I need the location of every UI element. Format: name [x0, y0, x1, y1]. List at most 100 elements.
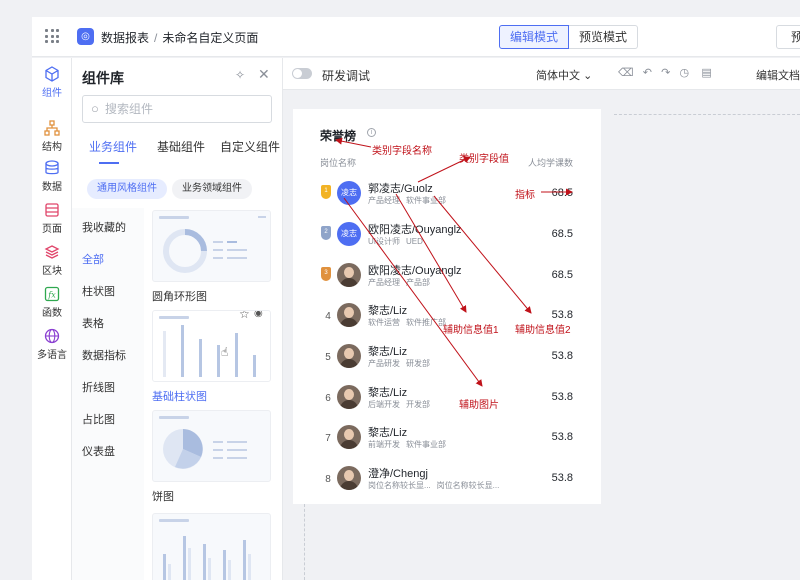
row-tag-2: 产品部 [406, 278, 430, 287]
panel-title: 组件库 [82, 70, 124, 86]
component-tabs: 业务组件 基础组件 自定义组件 [72, 138, 283, 166]
preview-mode-button[interactable]: 预览模式 [569, 25, 639, 49]
category-metric[interactable]: 数据指标 [82, 347, 126, 363]
tab-basic[interactable]: 基础组件 [157, 138, 205, 155]
row-subinfo: 产品经理 软件事业部 [368, 195, 446, 206]
ranking-row[interactable]: 7 黎志/Liz 前端开发 软件事业部 53.8 [293, 419, 601, 459]
left-rail: 组件 结构 数据 页面 区块 fx 函数 多语言 [32, 58, 72, 580]
row-tag-2: UED [406, 237, 423, 246]
category-bar[interactable]: 柱状图 [82, 283, 115, 299]
eraser-icon[interactable]: ⌫ [618, 67, 634, 79]
row-tag-1: 产品研发 [368, 359, 400, 368]
rail-item-language[interactable]: 多语言 [32, 328, 72, 361]
row-subinfo: 产品经理 产品部 [368, 277, 430, 288]
row-subinfo: 前端开发 软件事业部 [368, 439, 446, 450]
tab-custom[interactable]: 自定义组件 [220, 138, 280, 155]
annotation-aux-info-2: 辅助信息值2 [515, 325, 571, 336]
thumbnail-label-pie: 饼图 [152, 491, 174, 503]
tab-business[interactable]: 业务组件 [89, 138, 137, 155]
row-name: 欧阳凌志/Ouyanglz [368, 224, 462, 236]
ranking-row[interactable]: 5 黎志/Liz 产品研发 研发部 53.8 [293, 338, 601, 378]
edit-doc-button[interactable]: 编辑文档 [756, 67, 800, 83]
honor-ranking-card[interactable]: 荣誉榜 i 岗位名称 人均学课数 1 凌志 郭凌志/Guolz 产品经理 软件事业… [293, 109, 601, 504]
active-tab-indicator [99, 162, 119, 164]
mode-switch: 编辑模式 预览模式 [499, 25, 639, 49]
bar-chart-preview [159, 316, 256, 377]
rail-label: 结构 [42, 142, 62, 153]
row-value: 53.8 [551, 309, 573, 321]
category-all[interactable]: 全部 [82, 251, 104, 267]
preview-eye-icon[interactable]: ◉ [254, 311, 263, 319]
edit-mode-button[interactable]: 编辑模式 [499, 25, 570, 49]
debug-toggle[interactable] [292, 68, 312, 79]
history-icon[interactable]: ◷ [680, 67, 690, 79]
annotation-aux-info-1: 辅助信息值1 [443, 325, 499, 336]
rail-item-structure[interactable]: 结构 [32, 120, 72, 153]
avatar [337, 263, 361, 287]
structure-icon [44, 120, 60, 136]
grouped-bar-preview [159, 519, 251, 580]
row-subinfo: 软件运营 软件推广部 [368, 317, 446, 328]
row-tag-1: 软件运营 [368, 318, 400, 327]
info-icon[interactable]: i [367, 128, 376, 137]
block-icon [44, 245, 60, 259]
category-table[interactable]: 表格 [82, 315, 104, 331]
row-value: 68.5 [551, 187, 573, 199]
pie-chart-preview [159, 416, 247, 469]
component-icon [45, 66, 59, 82]
search-box: ○ [82, 95, 272, 123]
app-grid-icon[interactable] [45, 29, 59, 43]
rail-item-component[interactable]: 组件 [32, 66, 72, 99]
undo-icon[interactable]: ↶ [643, 67, 652, 79]
row-subinfo: 岗位名称较长显... 岗位名称较长显... [368, 480, 499, 491]
search-input[interactable] [105, 99, 265, 119]
rail-item-page[interactable]: 页面 [32, 202, 72, 235]
rail-label: 数据 [42, 182, 62, 193]
breadcrumb-app[interactable]: 数据报表 [101, 31, 149, 45]
thumbnail-grouped-bar-chart[interactable] [152, 513, 271, 580]
rail-item-block[interactable]: 区块 [32, 244, 72, 277]
category-favorites[interactable]: 我收藏的 [82, 219, 126, 235]
breadcrumb-separator: / [154, 31, 158, 45]
ranking-row[interactable]: 1 凌志 郭凌志/Guolz 产品经理 软件事业部 68.5 [293, 175, 601, 215]
thumbnail-bar-chart[interactable]: ☆ ◉ ☝ [152, 310, 271, 382]
keyboard-icon[interactable]: ▤ [701, 67, 711, 79]
redo-icon[interactable]: ↷ [661, 67, 670, 79]
row-tag-1: 前端开发 [368, 440, 400, 449]
ranking-row[interactable]: 2 凌志 欧阳凌志/Ouyanglz UI设计师 UED 68.5 [293, 216, 601, 256]
chip-business-domain[interactable]: 业务领域组件 [172, 179, 252, 199]
thumbnail-donut-chart[interactable] [152, 210, 271, 282]
thumbnail-pie-chart[interactable] [152, 410, 271, 482]
breadcrumb-page: 未命名自定义页面 [162, 31, 259, 45]
row-tag-2: 岗位名称较长显... [436, 481, 500, 490]
drop-zone-border [614, 114, 800, 115]
category-list: 我收藏的 全部 柱状图 表格 数据指标 折线图 占比图 仪表盘 [72, 208, 144, 580]
category-gauge[interactable]: 仪表盘 [82, 443, 115, 459]
language-select[interactable]: 简体中文 ⌄ [536, 67, 592, 83]
drop-zone-border-left [304, 504, 305, 580]
row-subinfo: UI设计师 UED [368, 236, 423, 247]
rail-label: 区块 [42, 266, 62, 277]
close-icon[interactable]: ✕ [258, 66, 270, 83]
row-rank: 8 [325, 474, 331, 485]
component-library-panel: 组件库 ✧ ✕ ○ 业务组件 基础组件 自定义组件 通用风格组件 业务领域组件 … [72, 58, 283, 580]
favorite-star-icon[interactable]: ☆ [239, 311, 250, 321]
row-name: 欧阳凌志/Ouyanglz [368, 265, 462, 277]
column-header-position: 岗位名称 [320, 158, 357, 168]
donut-chart-preview [159, 216, 266, 273]
chip-general-style[interactable]: 通用风格组件 [87, 179, 167, 199]
preview-button[interactable]: 预 [776, 25, 800, 49]
pin-icon[interactable]: ✧ [235, 68, 245, 82]
row-value: 53.8 [551, 472, 573, 484]
ranking-row[interactable]: 8 澄净/Chengj 岗位名称较长显... 岗位名称较长显... 53.8 [293, 460, 601, 500]
rail-label: 函数 [42, 308, 62, 319]
ranking-row[interactable]: 3 欧阳凌志/Ouyanglz 产品经理 产品部 68.5 [293, 257, 601, 297]
annotation-metric: 指标 [515, 190, 535, 201]
category-line[interactable]: 折线图 [82, 379, 115, 395]
rail-item-data[interactable]: 数据 [32, 160, 72, 193]
hand-cursor-icon: ☝ [221, 345, 229, 359]
rail-item-function[interactable]: fx 函数 [32, 286, 72, 319]
ranking-row[interactable]: 6 黎志/Liz 后端开发 开发部 53.8 [293, 379, 601, 419]
category-proportion[interactable]: 占比图 [82, 411, 115, 427]
row-name: 黎志/Liz [368, 387, 408, 399]
